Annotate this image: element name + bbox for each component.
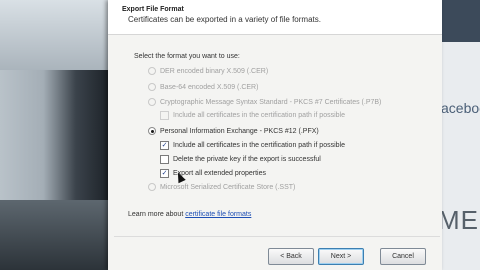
footer-divider	[114, 236, 440, 237]
dialog-header: Export File Format Certificates can be e…	[108, 0, 442, 35]
option-sst[interactable]: Microsoft Serialized Certificate Store (…	[148, 183, 295, 191]
cancel-button[interactable]: Cancel	[380, 248, 426, 265]
background-left-bottom	[0, 200, 108, 270]
checkbox-export-extended[interactable]: ✓	[160, 169, 169, 178]
option-delete-key-label: Delete the private key if the export is …	[173, 156, 321, 163]
option-pkcs12-include-path-label: Include all certificates in the certific…	[173, 142, 345, 149]
background-text: MER	[438, 205, 480, 235]
learn-more-link[interactable]: certificate file formats	[185, 211, 251, 218]
option-sst-label: Microsoft Serialized Certificate Store (…	[160, 183, 296, 191]
option-pkcs12-include-path[interactable]: ✓ Include all certificates in the certif…	[160, 141, 345, 150]
checkbox-delete-key[interactable]	[160, 155, 169, 164]
dialog-subtitle: Certificates can be exported in a variet…	[128, 15, 321, 24]
back-button[interactable]: < Back	[268, 248, 314, 265]
option-der-label: DER encoded binary X.509 (.CER)	[160, 67, 269, 75]
format-prompt: Select the format you want to use:	[134, 53, 240, 60]
option-pkcs7-include-path[interactable]: Include all certificates in the certific…	[160, 111, 345, 120]
radio-base64[interactable]	[148, 83, 156, 91]
background-window-header	[440, 0, 480, 42]
option-pkcs7[interactable]: Cryptographic Message Syntax Standard - …	[148, 98, 381, 106]
option-pkcs7-label: Cryptographic Message Syntax Standard - …	[160, 98, 382, 106]
radio-pkcs12[interactable]	[148, 127, 156, 135]
option-base64[interactable]: Base-64 encoded X.509 (.CER)	[148, 83, 258, 91]
option-der[interactable]: DER encoded binary X.509 (.CER)	[148, 67, 268, 75]
learn-more-text: Learn more about	[128, 211, 186, 218]
option-pkcs12[interactable]: Personal Information Exchange - PKCS #12…	[148, 127, 319, 135]
option-base64-label: Base-64 encoded X.509 (.CER)	[160, 83, 259, 91]
background-text: acebook	[441, 100, 480, 116]
dialog-title: Export File Format	[122, 6, 184, 13]
radio-sst[interactable]	[148, 183, 156, 191]
export-dialog: Export File Format Certificates can be e…	[108, 0, 442, 270]
radio-pkcs7[interactable]	[148, 98, 156, 106]
option-delete-key[interactable]: Delete the private key if the export is …	[160, 155, 321, 164]
radio-der[interactable]	[148, 67, 156, 75]
checkbox-pkcs7-include-path[interactable]	[160, 111, 169, 120]
option-pkcs7-include-path-label: Include all certificates in the certific…	[173, 112, 345, 119]
checkbox-include-path[interactable]: ✓	[160, 141, 169, 150]
option-pkcs12-label: Personal Information Exchange - PKCS #12…	[160, 127, 319, 135]
next-button[interactable]: Next >	[318, 248, 364, 265]
option-export-extended-label: Export all extended properties	[173, 170, 266, 177]
learn-more: Learn more about certificate file format…	[128, 211, 251, 218]
background-left-top	[0, 0, 108, 70]
